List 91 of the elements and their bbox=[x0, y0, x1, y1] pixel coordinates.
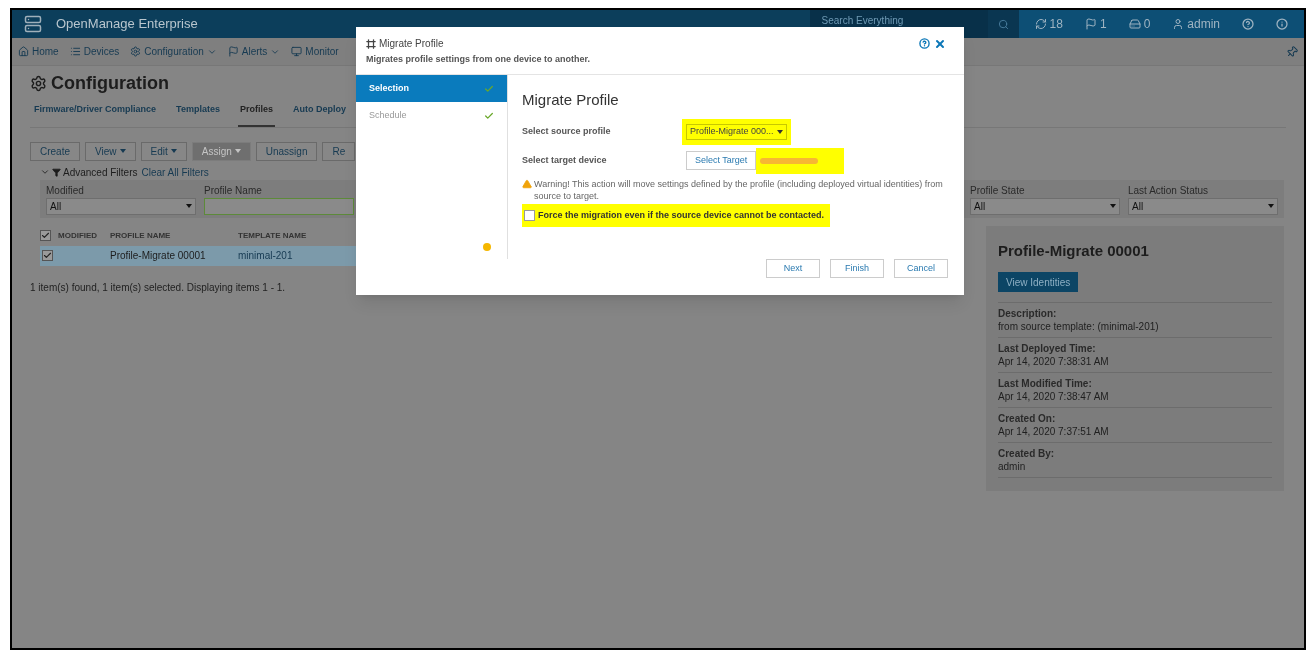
chevron-icon[interactable] bbox=[40, 167, 50, 177]
filter-label: Modified bbox=[46, 183, 85, 198]
counter-label[interactable]: admin bbox=[1187, 15, 1220, 33]
nav-item[interactable]: Devices bbox=[69, 44, 120, 59]
caret-icon bbox=[1268, 204, 1274, 208]
column-header: MODIFIED bbox=[58, 229, 99, 242]
force-migration-label: Force the migration even if the source device cannot be contacted. bbox=[538, 208, 825, 222]
list-icon bbox=[69, 46, 81, 57]
home-icon bbox=[18, 46, 29, 57]
details-title: Profile-Migrate 00001 bbox=[998, 240, 1150, 261]
warning-text: Warning! This action will move settings defined by the profile (including deployed virtual identities) from source to target. bbox=[534, 177, 944, 202]
wizard-step[interactable]: Schedule bbox=[356, 102, 507, 129]
tab[interactable]: Profiles bbox=[237, 103, 275, 127]
search-icon[interactable] bbox=[997, 18, 1009, 30]
frame-icon bbox=[366, 38, 376, 49]
field-value: from source template: (minimal-201) bbox=[998, 320, 1160, 333]
field-label: Last Modified Time: bbox=[998, 377, 1093, 390]
info-icon[interactable] bbox=[1276, 18, 1288, 30]
toolbar-button[interactable]: Edit bbox=[140, 141, 187, 161]
dialog-heading: Migrate Profile bbox=[522, 90, 620, 110]
checkbox[interactable] bbox=[524, 209, 535, 221]
source-profile-select[interactable]: Profile-Migrate 000... bbox=[686, 123, 787, 140]
filters-label: Advanced Filters bbox=[63, 165, 138, 180]
gear-icon bbox=[30, 75, 47, 92]
warning-icon bbox=[522, 178, 532, 189]
help-icon[interactable] bbox=[1242, 18, 1254, 30]
tab[interactable]: Firmware/Driver Compliance bbox=[32, 103, 159, 127]
caret-icon bbox=[186, 204, 192, 208]
view-identities-button[interactable]: View Identities bbox=[998, 272, 1079, 292]
dialog-subtitle: Migrates profile settings from one device to another. bbox=[366, 53, 592, 66]
filter-icon bbox=[52, 167, 61, 177]
counter-label[interactable]: 1 bbox=[1099, 15, 1107, 33]
filter-select[interactable]: All bbox=[970, 197, 1120, 215]
toolbar-button[interactable]: Re bbox=[322, 141, 356, 161]
dialog-button[interactable]: Finish bbox=[830, 259, 884, 278]
nav-item[interactable]: Configuration bbox=[130, 44, 217, 59]
search-placeholder: Search Everything bbox=[821, 15, 905, 26]
refresh-icon[interactable] bbox=[1034, 18, 1047, 30]
dialog-button[interactable]: Next bbox=[766, 259, 820, 278]
user-icon[interactable] bbox=[1172, 18, 1185, 30]
page-title: Configuration bbox=[51, 72, 169, 95]
dialog-title: Migrate Profile bbox=[379, 37, 444, 51]
filter-select[interactable]: All bbox=[1128, 197, 1278, 215]
field-label: Created By: bbox=[998, 447, 1056, 460]
field-value: Apr 14, 2020 7:38:31 AM bbox=[998, 355, 1110, 368]
server-icon bbox=[24, 15, 42, 33]
field-label: Last Deployed Time: bbox=[998, 342, 1097, 355]
close-icon[interactable] bbox=[934, 38, 946, 50]
toolbar-button[interactable]: Unassign bbox=[255, 141, 318, 161]
filter-select[interactable]: All bbox=[46, 197, 196, 215]
field-value: Apr 14, 2020 7:37:51 AM bbox=[998, 425, 1110, 438]
monitor-icon bbox=[291, 46, 303, 57]
table-cell-text: Profile-Migrate 00001 bbox=[110, 249, 207, 263]
checkbox[interactable] bbox=[40, 230, 51, 241]
nav-item[interactable]: Monitor bbox=[291, 44, 339, 59]
field-value: admin bbox=[998, 460, 1027, 473]
clear-filters-link[interactable]: Clear All Filters bbox=[141, 164, 209, 180]
tab[interactable]: Templates bbox=[174, 103, 222, 127]
redaction-mark bbox=[760, 157, 819, 164]
flag-icon bbox=[227, 46, 239, 57]
flag-icon[interactable] bbox=[1084, 18, 1097, 30]
filter-input[interactable] bbox=[204, 197, 354, 215]
checkbox[interactable] bbox=[42, 250, 53, 261]
toolbar-button[interactable]: View bbox=[85, 141, 136, 161]
column-header: PROFILE NAME bbox=[110, 229, 172, 242]
select-target-button[interactable]: Select Target bbox=[686, 151, 757, 170]
field-value: Apr 14, 2020 7:38:47 AM bbox=[998, 390, 1110, 403]
field-label: Description: bbox=[998, 307, 1058, 320]
field-label: Created On: bbox=[998, 412, 1057, 425]
caret-icon bbox=[776, 129, 783, 134]
nav-item[interactable]: Alerts bbox=[227, 44, 281, 59]
counter-label[interactable]: 18 bbox=[1049, 15, 1063, 33]
field-label: Select source profile bbox=[522, 124, 612, 138]
nav-item[interactable]: Home bbox=[18, 44, 59, 59]
gear-icon bbox=[130, 46, 142, 57]
tab[interactable]: Auto Deploy bbox=[290, 103, 348, 127]
filter-label: Profile Name bbox=[204, 183, 263, 198]
counter-label[interactable]: 0 bbox=[1143, 15, 1151, 33]
status-text: 1 item(s) found, 1 item(s) selected. Displaying items 1 - 1. bbox=[30, 280, 287, 295]
dialog-button[interactable]: Cancel bbox=[894, 259, 948, 278]
filter-label: Profile State bbox=[970, 183, 1026, 198]
column-header: TEMPLATE NAME bbox=[238, 229, 308, 242]
app-title: OpenManage Enterprise bbox=[56, 15, 198, 34]
help-icon[interactable] bbox=[919, 38, 930, 49]
drive-icon[interactable] bbox=[1128, 18, 1141, 30]
caret-icon bbox=[1110, 204, 1116, 208]
field-label: Select target device bbox=[522, 153, 608, 167]
wizard-step[interactable]: Selection bbox=[356, 75, 507, 102]
filter-label: Last Action Status bbox=[1128, 183, 1210, 198]
table-cell-text: minimal-201 bbox=[238, 249, 294, 263]
toolbar-button[interactable]: Create bbox=[30, 141, 80, 161]
